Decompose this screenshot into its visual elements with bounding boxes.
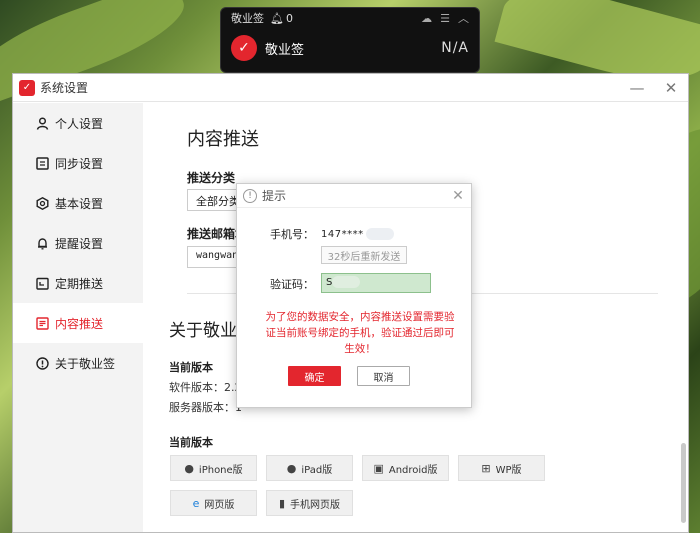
ipad-version-button[interactable]: ● iPad版 — [266, 455, 353, 481]
scrollbar[interactable] — [681, 443, 686, 523]
web-version-button[interactable]: e 网页版 — [170, 490, 257, 516]
verification-dialog: ! 提示 ✕ 手机号： 147**** 32秒后重新发送 验证码： S 为了您的… — [236, 183, 472, 408]
sidebar-item-scheduled-push[interactable]: 定期推送 — [13, 263, 143, 303]
info-icon — [35, 356, 49, 370]
sidebar-item-label: 内容推送 — [55, 316, 104, 331]
apple-icon: ● — [286, 461, 297, 475]
version-button-label: 网页版 — [204, 499, 235, 511]
masked-blur — [365, 228, 394, 240]
cloud-icon[interactable]: ☁ — [421, 12, 432, 25]
dialog-titlebar: ! 提示 ✕ — [237, 184, 471, 208]
confirm-button[interactable]: 确定 — [288, 366, 341, 386]
sidebar-item-label: 个人设置 — [55, 116, 104, 131]
phone-value: 147**** — [321, 229, 364, 240]
sidebar-item-basic[interactable]: 基本设置 — [13, 183, 143, 223]
apple-icon: ● — [184, 461, 194, 475]
phone-icon: ▮ — [278, 496, 286, 510]
sidebar-item-content-push[interactable]: 内容推送 — [13, 303, 143, 343]
version-button-label: iPhone版 — [198, 464, 243, 476]
sidebar-item-label: 提醒设置 — [55, 236, 104, 251]
sidebar-item-label: 同步设置 — [55, 156, 104, 171]
sidebar-item-personal[interactable]: 个人设置 — [13, 103, 143, 143]
close-button[interactable]: ✕ — [654, 79, 688, 97]
widget-value: N/A — [441, 40, 469, 56]
minimize-button[interactable]: — — [620, 79, 654, 97]
version-button-label: 手机网页版 — [290, 499, 341, 511]
version-button-label: iPad版 — [301, 464, 333, 476]
bell-icon[interactable]: 🔔︎ — [270, 12, 284, 25]
widget-bell-count: 0 — [285, 11, 293, 25]
wp-version-button[interactable]: ⊞ WP版 — [458, 455, 545, 481]
push-category-label: 推送分类 — [187, 171, 236, 185]
version-button-label: WP版 — [495, 464, 522, 476]
ie-icon: e — [192, 496, 200, 510]
widget-account-name: 敬业签 — [265, 42, 305, 58]
security-warning-text: 为了您的数据安全，内容推送设置需要验证当前账号绑定的手机，验证通过后即可生效！ — [265, 311, 455, 355]
settings-sidebar: 个人设置 同步设置 基本设置 提醒设置 定期推送 内容推送 关于敬业签 — [13, 103, 143, 532]
verification-code-input[interactable]: S — [321, 273, 431, 293]
alert-icon: ! — [243, 188, 257, 203]
windows-icon: ⊞ — [481, 461, 491, 475]
window-titlebar: ✓ 系统设置 — ✕ — [13, 74, 688, 102]
app-logo-icon: ✓ — [19, 79, 35, 96]
android-icon: ▣ — [373, 461, 384, 475]
mobile-web-version-button[interactable]: ▮ 手机网页版 — [266, 490, 353, 516]
sync-icon — [35, 156, 49, 170]
bell-icon — [35, 236, 49, 250]
sidebar-item-label: 基本设置 — [55, 196, 104, 211]
page-title: 内容推送 — [187, 129, 259, 150]
phone-label: 手机号： — [270, 228, 314, 241]
window-title: 系统设置 — [40, 81, 89, 95]
sidebar-item-reminder[interactable]: 提醒设置 — [13, 223, 143, 263]
resend-code-button[interactable]: 32秒后重新发送 — [321, 246, 407, 264]
sidebar-item-about[interactable]: 关于敬业签 — [13, 343, 143, 383]
current-version-heading: 当前版本 — [169, 361, 213, 374]
dialog-title: 提示 — [262, 189, 287, 203]
versions-heading: 当前版本 — [169, 436, 213, 449]
chevron-up-icon[interactable]: ︿ — [458, 10, 469, 26]
masked-blur — [332, 276, 361, 288]
server-version: 服务器版本：1 — [169, 401, 242, 414]
phone-value-wrap: 147**** — [321, 228, 394, 240]
about-title: 关于敬业 — [169, 321, 237, 341]
dialog-close-button[interactable]: ✕ — [445, 188, 471, 204]
widget-title: 敬业签 — [231, 12, 264, 25]
settings-icon — [35, 196, 49, 210]
software-version: 软件版本：2.2 — [169, 381, 242, 394]
version-button-label: Android版 — [388, 464, 438, 476]
calendar-icon — [35, 276, 49, 290]
document-icon — [35, 316, 49, 330]
code-label: 验证码： — [270, 278, 314, 291]
sidebar-item-label: 关于敬业签 — [55, 356, 116, 371]
app-logo-icon: ✓ — [231, 35, 257, 61]
sidebar-item-sync[interactable]: 同步设置 — [13, 143, 143, 183]
sidebar-item-label: 定期推送 — [55, 276, 104, 291]
android-version-button[interactable]: ▣ Android版 — [362, 455, 449, 481]
menu-icon[interactable]: ☰ — [440, 12, 450, 25]
widget-header: 敬业签 🔔︎ 0 ☁ ☰ ︿ — [221, 8, 479, 28]
cancel-button[interactable]: 取消 — [357, 366, 410, 386]
iphone-version-button[interactable]: ● iPhone版 — [170, 455, 257, 481]
widget-account-row[interactable]: ✓ 敬业签 N/A — [221, 28, 479, 68]
desktop-widget[interactable]: 敬业签 🔔︎ 0 ☁ ☰ ︿ ✓ 敬业签 N/A — [220, 7, 480, 73]
user-icon — [35, 116, 49, 130]
